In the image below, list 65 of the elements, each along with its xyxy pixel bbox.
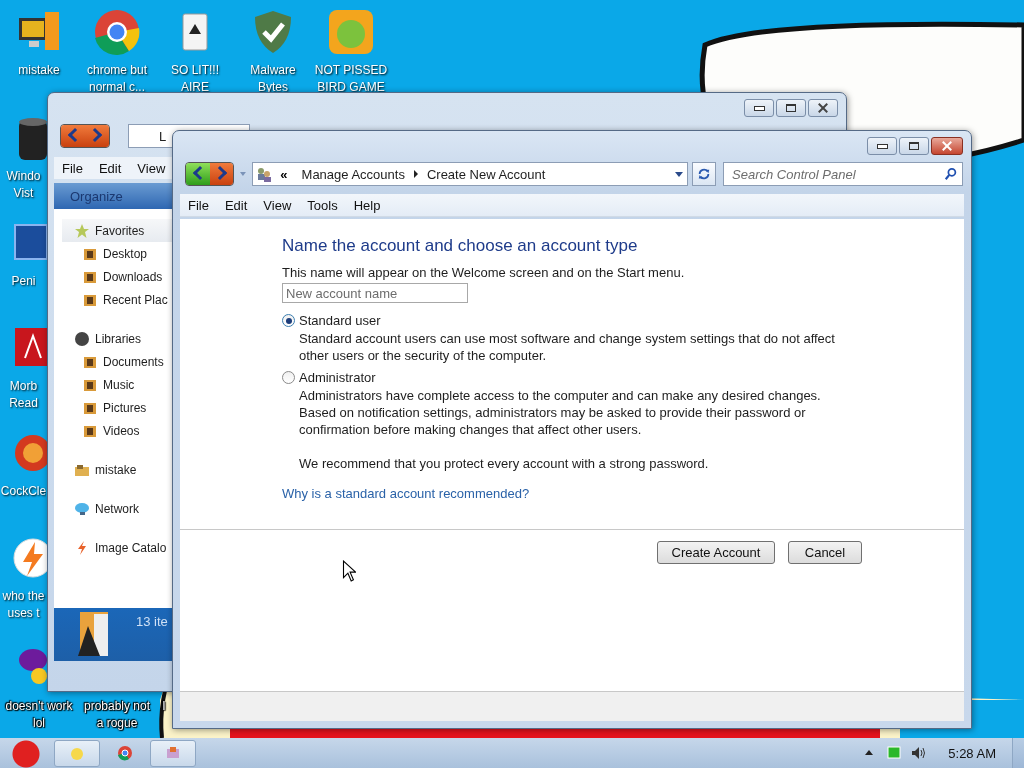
minimize-button[interactable]	[867, 137, 897, 155]
close-button[interactable]	[808, 99, 838, 117]
minimize-button[interactable]	[744, 99, 774, 117]
speaker-icon[interactable]	[910, 745, 927, 761]
menu-item[interactable]: Edit	[216, 197, 256, 213]
maximize-button[interactable]	[899, 137, 929, 155]
page-heading: Name the account and choose an account type	[282, 236, 638, 256]
icon-label: I	[162, 698, 166, 715]
back-forward-buttons[interactable]	[185, 162, 235, 186]
icon-label: SO LIT!!! AIRE	[170, 62, 220, 96]
icon-label: Windo Vist	[5, 168, 42, 202]
clock[interactable]: 5:28 AM	[948, 745, 996, 761]
breadcrumb-overflow[interactable]: «	[280, 166, 288, 182]
globe-icon	[74, 500, 90, 517]
help-link[interactable]: Why is a standard account recommended?	[282, 486, 530, 501]
close-button[interactable]	[931, 137, 963, 155]
menu-item[interactable]: Tools	[299, 197, 346, 213]
ring-icon	[117, 745, 133, 761]
hint-text: This name will appear on the Welcome screen and on the Start menu.	[282, 265, 685, 280]
radio-button[interactable]	[282, 371, 295, 384]
description-text: We recommend that you protect every account with a strong password.	[299, 455, 710, 472]
dialog-button[interactable]: Cancel	[788, 541, 862, 564]
icon-label: mistake	[18, 62, 60, 79]
radio-button[interactable]	[282, 314, 295, 327]
users-icon	[256, 166, 273, 182]
radio-label[interactable]: Standard user	[299, 313, 381, 328]
refresh-icon	[697, 167, 712, 181]
description-text: Administrators have complete access to the computer and can make any desired changes. Based on notification settings, administrators may be asked to provide their password or confirmation before making changes that affect other users.	[299, 387, 822, 438]
ring-icon[interactable]	[93, 8, 141, 56]
icon-label: Malware Bytes	[249, 62, 297, 96]
menu-item[interactable]: View	[129, 160, 174, 176]
menu-item[interactable]: View	[255, 197, 300, 213]
dropdown-icon[interactable]	[674, 169, 685, 179]
menu-item[interactable]: File	[180, 197, 217, 213]
icon-label: probably not a rogue	[82, 698, 151, 732]
address-bar[interactable]: « Manage Accounts Create New Account	[252, 162, 689, 186]
item-count: 13 ite	[136, 614, 168, 629]
cursor-icon	[342, 560, 356, 582]
icon-label: who the uses t	[1, 588, 46, 622]
show-hidden-icon[interactable]	[864, 748, 875, 758]
icon-label: NOT PISSED BIRD GAME	[313, 62, 389, 96]
refresh-button[interactable]	[692, 162, 716, 186]
menu-item[interactable]: File	[54, 160, 91, 176]
icon-label: CockCle	[0, 483, 47, 500]
description-text: Standard account users can use most software and change system settings that do not affect other users or the security of the computer.	[299, 330, 836, 364]
radio-label[interactable]: Administrator	[299, 370, 376, 385]
maximize-button[interactable]	[776, 99, 806, 117]
icon-label: Peni	[11, 273, 36, 290]
taskbar-button[interactable]	[150, 739, 196, 767]
star-icon	[74, 222, 90, 239]
search-field[interactable]: Search Control Panel	[723, 162, 963, 186]
chevron-icon[interactable]	[412, 170, 419, 178]
icon-label: doesn't work lol	[4, 698, 74, 732]
account-name-field[interactable]: New account name	[282, 283, 468, 303]
dot-icon	[74, 330, 90, 347]
breadcrumb-item[interactable]: Manage Accounts	[297, 166, 409, 182]
icon-label: chrome but normal c...	[86, 62, 148, 96]
back-forward-buttons[interactable]	[60, 124, 110, 148]
dialog-button[interactable]: Create Account	[657, 541, 775, 564]
menu-item[interactable]: Help	[345, 197, 389, 213]
toolbox-icon	[165, 745, 181, 761]
search-icon[interactable]	[944, 167, 958, 181]
breadcrumb-item[interactable]: Create New Account	[422, 166, 550, 182]
icon-label: Morb Read	[8, 378, 39, 412]
menu-item[interactable]: Edit	[90, 160, 130, 176]
